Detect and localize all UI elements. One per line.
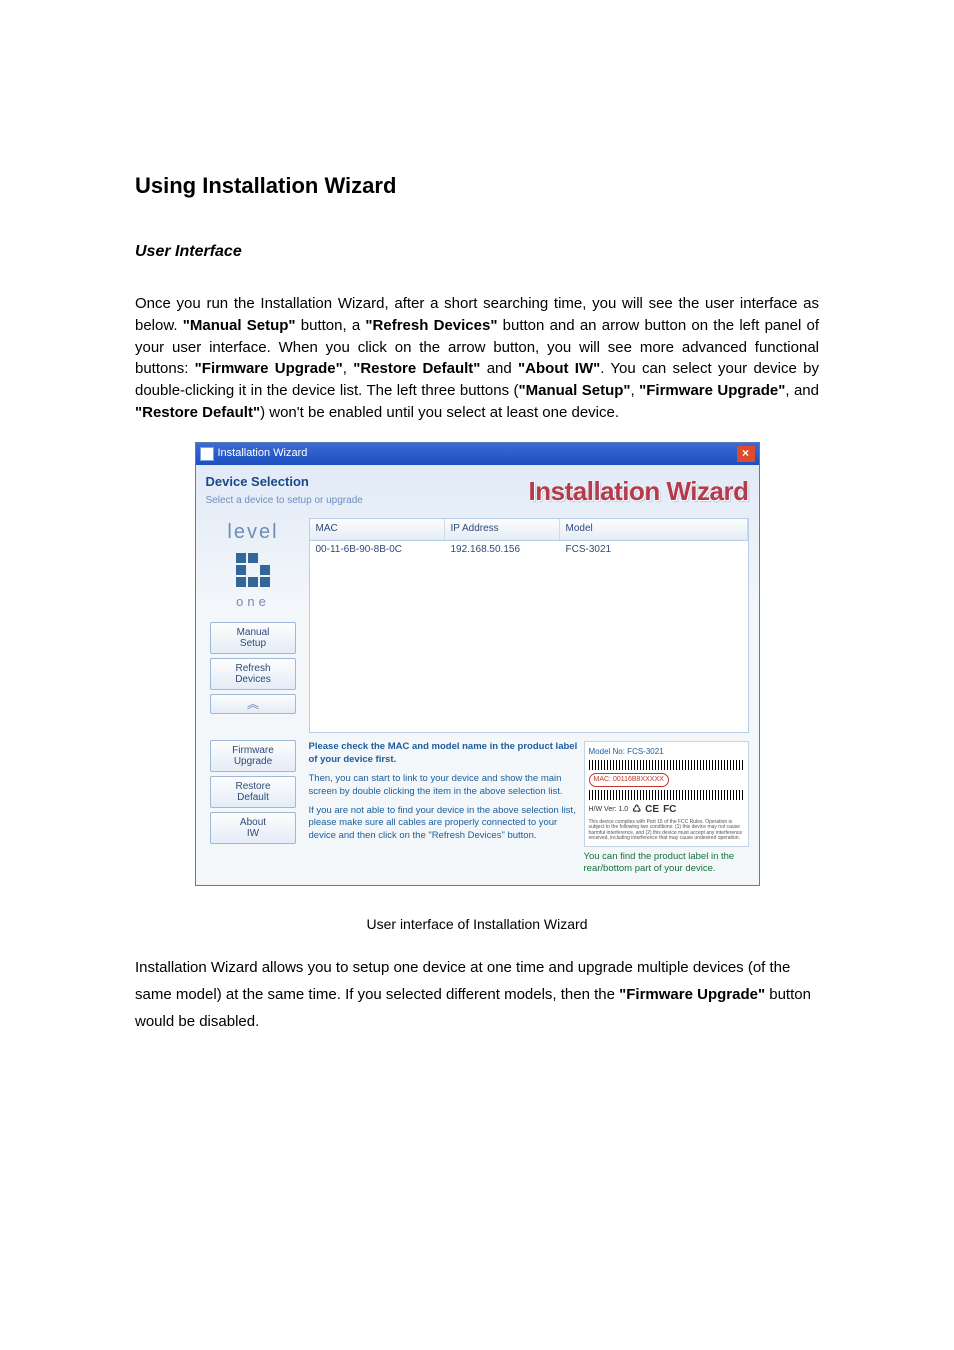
text-bold: "Restore Default" (353, 360, 480, 377)
text-bold: "Restore Default" (135, 404, 260, 421)
text-bold: "Firmware Upgrade" (639, 382, 785, 399)
cell-ip: 192.168.50.156 (445, 541, 560, 560)
product-label-panel: Model No: FCS-3021 MAC: 00116B8XXXXX H/W… (584, 741, 749, 875)
text-bold: "Firmware Upgrade" (619, 986, 765, 1003)
manual-setup-button[interactable]: Manual Setup (210, 622, 296, 654)
device-selection-subtitle: Select a device to setup or upgrade (206, 494, 363, 509)
product-label-box: Model No: FCS-3021 MAC: 00116B8XXXXX H/W… (584, 741, 749, 846)
recycle-icon: ♺ (632, 803, 641, 818)
chevron-up-icon: ︽ (247, 698, 259, 711)
text-bold: "Manual Setup" (183, 317, 296, 334)
text: , and (785, 382, 819, 399)
text: , (631, 382, 640, 399)
device-list[interactable]: MAC IP Address Model 00-11-6B-90-8B-0C 1… (309, 518, 749, 733)
collapse-arrow-button[interactable]: ︽ (210, 694, 296, 714)
page-title: Using Installation Wizard (135, 170, 819, 202)
text-bold: "Manual Setup" (519, 382, 631, 399)
brand-title: Installation Wizard (529, 473, 749, 511)
text-bold: "Firmware Upgrade" (195, 360, 343, 377)
outro-paragraph: Installation Wizard allows you to setup … (135, 954, 819, 1035)
device-selection-title: Device Selection (206, 473, 363, 492)
logo-icon (236, 553, 270, 587)
barcode-icon (589, 790, 744, 800)
cell-mac: 00-11-6B-90-8B-0C (310, 541, 445, 560)
label-fineprint: This device complies with Part 15 of the… (589, 820, 744, 842)
app-icon (200, 447, 214, 461)
text: and (480, 360, 518, 377)
hint-text: Please check the MAC and model name in t… (309, 741, 578, 875)
restore-default-button[interactable]: Restore Default (210, 776, 296, 808)
intro-paragraph: Once you run the Installation Wizard, af… (135, 293, 819, 424)
barcode-icon (589, 760, 744, 770)
text: ) won't be enabled until you select at l… (260, 404, 619, 421)
text-bold: "Refresh Devices" (365, 317, 497, 334)
label-mac-text: MAC: 00116B8XXXXX (589, 773, 669, 787)
sidebar: level one Manual Setup Refresh Devices ︽… (206, 518, 301, 875)
text: button, a (296, 317, 366, 334)
hint-line: Please check the MAC and model name in t… (309, 741, 578, 765)
window-title: Installation Wizard (218, 446, 308, 462)
close-button[interactable]: × (737, 446, 755, 462)
titlebar: Installation Wizard × (196, 443, 759, 465)
logo-text-bottom: one (236, 593, 270, 612)
hint-line: If you are not able to find your device … (309, 805, 578, 843)
cell-model: FCS-3021 (560, 541, 748, 560)
ce-icon: CE (645, 803, 659, 818)
firmware-upgrade-button[interactable]: Firmware Upgrade (210, 740, 296, 772)
table-row[interactable]: 00-11-6B-90-8B-0C 192.168.50.156 FCS-302… (310, 541, 748, 560)
label-hw-text: H/W Ver: 1.0 (589, 805, 629, 815)
about-iw-button[interactable]: About IW (210, 812, 296, 844)
figure-caption: User interface of Installation Wizard (135, 914, 819, 934)
col-model[interactable]: Model (560, 519, 748, 540)
text-bold: "About IW" (518, 360, 600, 377)
list-header: MAC IP Address Model (310, 519, 748, 541)
refresh-devices-button[interactable]: Refresh Devices (210, 658, 296, 690)
logo-text-top: level (227, 518, 278, 547)
col-mac[interactable]: MAC (310, 519, 445, 540)
label-hint-text: You can find the product label in the re… (584, 851, 749, 876)
col-ip[interactable]: IP Address (445, 519, 560, 540)
section-subtitle: User Interface (135, 240, 819, 263)
text: , (343, 360, 353, 377)
close-icon: × (742, 445, 749, 462)
fcc-icon: FC (663, 803, 676, 818)
hint-line: Then, you can start to link to your devi… (309, 773, 578, 799)
label-model-text: Model No: FCS-3021 (589, 746, 744, 758)
wizard-window: Installation Wizard × Device Selection S… (195, 442, 760, 887)
